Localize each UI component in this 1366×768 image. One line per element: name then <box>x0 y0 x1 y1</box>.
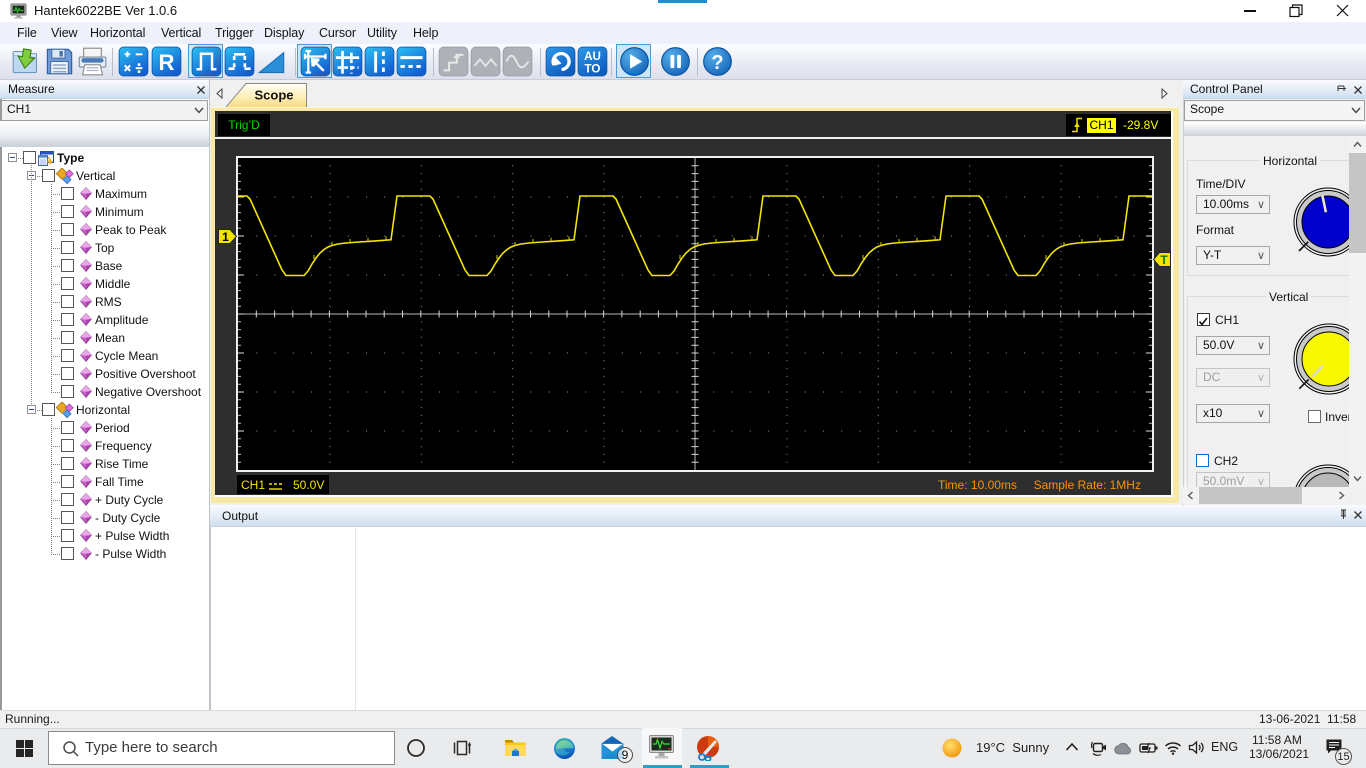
svg-text:?: ? <box>711 52 723 74</box>
svg-text:AU: AU <box>584 50 601 63</box>
svg-text:R: R <box>159 50 175 75</box>
svg-text:T: T <box>1160 253 1168 267</box>
svg-text:1: 1 <box>222 230 229 244</box>
svg-text:Scope: Scope <box>254 88 293 103</box>
svg-text:TO: TO <box>585 63 601 76</box>
